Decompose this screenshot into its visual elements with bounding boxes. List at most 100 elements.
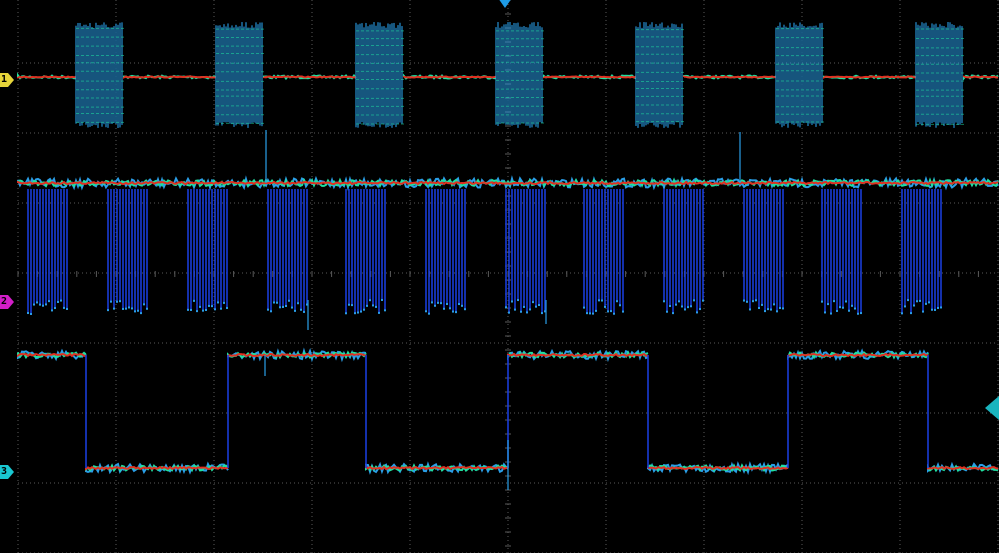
- ch2-pulse-tip: [116, 300, 118, 303]
- ch2-pulse-tip: [764, 310, 766, 313]
- ch2-pulse-tip: [851, 304, 853, 307]
- ch2-pulse-tip: [508, 311, 510, 314]
- ch2-pulse-tip: [205, 308, 207, 311]
- ch2-pulse-tip: [583, 306, 585, 309]
- ch2-pulse-tip: [601, 299, 603, 302]
- ch2-pulse-tip: [666, 310, 668, 313]
- ch2-pulse-tip: [137, 309, 139, 312]
- ch2-pulse-tip: [187, 308, 189, 311]
- ch2-pulse-tip: [675, 303, 677, 306]
- ch2-pulse-tip: [699, 308, 701, 311]
- ch2-pulse-tip: [51, 309, 53, 312]
- ch2-pulse-tip: [146, 307, 148, 310]
- ch2-pulse-tip: [511, 300, 513, 303]
- ch2-pulse-tip: [589, 312, 591, 315]
- ch2-pulse-tip: [54, 307, 56, 310]
- ch2-pulse-group: [743, 189, 784, 313]
- ch2-pulse-tip: [363, 308, 365, 311]
- ch2-pulse-tip: [270, 310, 272, 313]
- ch2-pulse-tip: [119, 300, 121, 303]
- channel-1-label: 1: [0, 73, 8, 87]
- ch2-pulse-tip: [345, 312, 347, 315]
- channel-2-pointer-icon: [8, 295, 14, 309]
- ch2-pulse-tip: [845, 300, 847, 303]
- ch2-pulse-group: [663, 189, 704, 315]
- ch2-pulse-tip: [366, 304, 368, 307]
- ch2-pulse-tip: [663, 300, 665, 303]
- ch2-pulse-group: [345, 189, 386, 315]
- ch2-pulse-tip: [434, 304, 436, 307]
- ch2-pulse-tip: [919, 299, 921, 302]
- ch2-pulse-tip: [604, 305, 606, 308]
- ch2-pulse-tip: [66, 307, 68, 310]
- ch2-pulse-tip: [931, 308, 933, 311]
- channel-3-label: 3: [0, 465, 8, 479]
- ch2-pulse-tip: [443, 307, 445, 310]
- ch2-pulse-tip: [913, 304, 915, 307]
- ch1-burst: [215, 22, 264, 128]
- ch2-pulse-tip: [616, 300, 618, 303]
- ch2-pulse-tip: [761, 303, 763, 306]
- ch2-pulse-tip: [202, 309, 204, 312]
- ch2-pulse-tip: [586, 312, 588, 315]
- ch2-pulse-tip: [776, 310, 778, 313]
- ch2-pulse-tip: [425, 310, 427, 313]
- ch2-pulse-tip: [107, 309, 109, 312]
- ch2-pulse-tip: [384, 309, 386, 312]
- ch2-pulse-tip: [824, 311, 826, 314]
- ch2-pulse-tip: [48, 300, 50, 303]
- ch2-pulse-tip: [910, 312, 912, 315]
- ch2-pulse-tip: [743, 299, 745, 302]
- ch2-pulse-tip: [131, 307, 133, 310]
- ch2-pulse-tip: [42, 304, 44, 307]
- ch2-pulse-tip: [449, 307, 451, 310]
- ch2-pulse-tip: [925, 302, 927, 305]
- ch2-pulse-tip: [372, 304, 374, 307]
- ch2-pulse-tip: [517, 299, 519, 302]
- ch2-pulse-tip: [860, 312, 862, 315]
- ch2-pulse-tip: [378, 311, 380, 314]
- ch2-pulse-tip: [285, 304, 287, 307]
- ch2-pulse-tip: [461, 304, 463, 307]
- ch2-pulse-tip: [693, 299, 695, 302]
- ch2-pulse-tip: [538, 303, 540, 306]
- ch2-pulse-tip: [830, 312, 832, 315]
- ch2-pulse-tip: [526, 311, 528, 314]
- ch2-pulse-tip: [431, 301, 433, 304]
- channel-2-marker[interactable]: 2: [0, 295, 14, 309]
- ch2-pulse-tip: [607, 310, 609, 313]
- trigger-position-icon[interactable]: [498, 0, 512, 8]
- ch2-pulse-tip: [529, 308, 531, 311]
- ch2-pulse-tip: [381, 299, 383, 302]
- ch1-baseline-hot: [17, 75, 77, 79]
- ch2-pulse-tip: [30, 312, 32, 315]
- ch2-pulse-tip: [904, 305, 906, 308]
- ch2-pulse-tip: [45, 303, 47, 306]
- ch2-pulse-tip: [458, 303, 460, 306]
- ch2-pulse-tip: [220, 307, 222, 310]
- ch2-pulse-group: [583, 189, 624, 315]
- ch1-burst: [75, 22, 124, 128]
- ch2-pulse-group: [425, 189, 466, 315]
- channel-3-marker[interactable]: 3: [0, 465, 14, 479]
- ch2-pulse-tip: [934, 308, 936, 311]
- ch2-pulse-tip: [613, 312, 615, 315]
- ch3-high-hot: [227, 352, 367, 358]
- ch2-pulse-tip: [348, 303, 350, 306]
- ch2-pulse-tip: [696, 311, 698, 314]
- trigger-level-icon[interactable]: [985, 396, 999, 420]
- ch2-pulse-tip: [752, 300, 754, 303]
- ch2-pulse-tip: [916, 300, 918, 303]
- ch2-pulse-tip: [901, 312, 903, 315]
- ch2-pulse-tip: [619, 304, 621, 307]
- ch2-pulse-tip: [134, 310, 136, 313]
- ch2-pulse-tip: [595, 309, 597, 312]
- ch2-pulse-tip: [193, 299, 195, 302]
- ch2-pulse-tip: [217, 301, 219, 304]
- ch2-pulse-tip: [857, 312, 859, 315]
- ch2-pulse-tip: [782, 307, 784, 310]
- ch2-pulse-tip: [702, 299, 704, 302]
- ch2-pulse-tip: [758, 307, 760, 310]
- channel-1-marker[interactable]: 1: [0, 73, 14, 87]
- ch2-pulse-tip: [303, 310, 305, 313]
